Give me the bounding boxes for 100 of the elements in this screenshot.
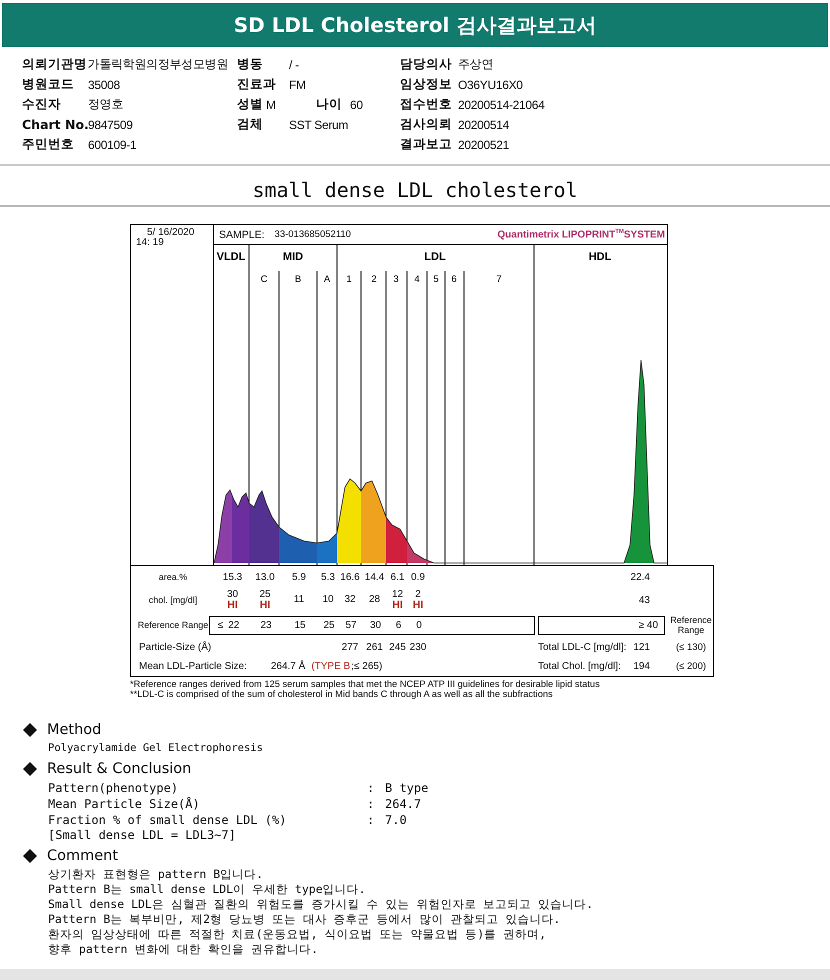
field-label: 담당의사: [400, 56, 453, 73]
colon-separator: :: [367, 780, 376, 796]
footnote: **LDL-C is comprised of the sum of cholesterol in Mid bands C through A as well as all the subfractions: [130, 689, 554, 699]
table-value: 25: [259, 590, 271, 600]
diamond-icon: [23, 723, 37, 737]
table-value: 11: [294, 595, 304, 605]
field-label: 검체: [237, 116, 264, 133]
field-value: 정영호: [88, 96, 124, 113]
high-value-label: HI: [412, 600, 424, 610]
row-label: chol. [mg/dl]: [148, 595, 198, 605]
field-value: / -: [289, 58, 300, 72]
field-label: 주민번호: [22, 136, 75, 153]
table-value: 28: [368, 595, 380, 605]
field-value: 20200514: [458, 118, 509, 132]
colon-separator: :: [367, 812, 376, 828]
field-label: 진료과: [237, 76, 277, 93]
total-value: 121: [633, 642, 650, 653]
subband-label: A: [324, 274, 330, 285]
pattern-type: (TYPE B: [311, 661, 350, 672]
high-value-label: HI: [260, 600, 270, 610]
comment-line: Pattern B는 small dense LDL이 우세한 type입니다.: [48, 882, 366, 897]
footnote: *Reference ranges derived from 125 serum samples that met the NCEP ATP III guidelines for desirable lipid status: [130, 679, 601, 689]
row-label: Mean LDL-Particle Size:: [139, 661, 247, 672]
table-value: 5.9: [291, 572, 307, 582]
field-value: O36YU16X0: [458, 78, 523, 92]
table-value: ≥ 40: [638, 620, 658, 630]
subband-label: 5: [433, 274, 439, 285]
field-value: 20200521: [458, 138, 509, 152]
field-label: 병원코드: [22, 76, 75, 93]
method-text: Polyacrylamide Gel Electrophoresis: [48, 741, 263, 756]
table-value: 277: [340, 642, 360, 653]
result-label: Mean Particle Size(Å): [48, 796, 201, 812]
row-label: Reference Range: [136, 620, 210, 630]
result-value: 7.0: [385, 812, 407, 828]
field-label: 수진자: [22, 96, 62, 113]
field-label: 성별: [237, 96, 264, 113]
field-label: 임상정보: [400, 76, 453, 93]
chart-date: 5/ 16/2020: [147, 228, 194, 238]
table-value: 16.6: [339, 572, 361, 582]
table-value: 14.4: [364, 572, 386, 582]
table-value: 0: [416, 620, 422, 630]
diamond-icon: [23, 849, 37, 863]
subband-label: C: [260, 274, 268, 285]
field-value: 20200514-21064: [458, 98, 545, 112]
result-label: Pattern(phenotype): [48, 780, 180, 796]
field-label: 결과보고: [400, 136, 453, 153]
comment-line: 향후 pattern 변화에 대한 확인을 권유합니다.: [48, 942, 318, 957]
comment-line: Small dense LDL은 심혈관 질환의 위험도를 증가시킬 수 있는 위험인자로 보고되고 있습니다.: [48, 897, 594, 912]
subband-label: 4: [414, 274, 420, 285]
comment-line: Pattern B는 복부비만, 제2형 당뇨병 또는 대사 증후군 등에서 많이 관찰되고 있습니다.: [48, 912, 560, 927]
field-value: 600109-1: [88, 138, 136, 152]
field-label: 병동: [237, 56, 264, 73]
band-label: HDL: [588, 251, 612, 263]
row-label: area.%: [158, 572, 188, 582]
type-range: ;≤ 265): [351, 661, 382, 672]
field-value: 9847509: [88, 118, 133, 132]
table-value: 5.3: [320, 572, 336, 582]
field-label: 의뢰기관명: [22, 56, 88, 73]
total-label: Total Chol. [mg/dl]:: [538, 661, 621, 672]
section-heading: Comment: [47, 848, 118, 864]
band-label: MID: [282, 251, 304, 263]
high-value-label: HI: [392, 600, 403, 610]
band-label: LDL: [424, 251, 446, 263]
table-value: 25: [323, 620, 335, 630]
field-value: 주상연: [458, 56, 494, 73]
field-value: M: [266, 98, 277, 112]
subband-label: 2: [371, 274, 377, 285]
section-title: small dense LDL cholesterol: [252, 178, 578, 202]
field-value: 가톨릭학원의정부성모병원: [88, 56, 228, 73]
total-value: 194: [633, 661, 650, 672]
table-value: 6.1: [390, 572, 406, 582]
total-range: (≤ 130): [674, 642, 708, 653]
mean-size-value: 264.7 Å: [270, 661, 306, 672]
total-label: Total LDL-C [mg/dl]:: [538, 642, 626, 653]
row-label: Particle-Size (Å): [138, 642, 212, 652]
result-label: Fraction % of small dense LDL (%): [48, 812, 288, 828]
result-value: 264.7: [385, 796, 422, 812]
field-label: 나이: [316, 96, 342, 113]
subband-label: 6: [451, 274, 457, 285]
table-value: 2: [415, 590, 421, 600]
result-value: B type: [385, 780, 428, 796]
less-equal-sign: ≤: [218, 620, 224, 630]
report-title: SD LDL Cholesterol 검사결과보고서: [234, 12, 596, 38]
subband-label: 7: [496, 274, 502, 285]
colon-separator: :: [367, 796, 376, 812]
result-note: [Small dense LDL = LDL3~7]: [48, 828, 236, 843]
field-value: SST Serum: [289, 118, 348, 132]
field-label: 검사의뢰: [400, 116, 453, 133]
table-value: 12: [392, 590, 404, 600]
table-value: 30: [370, 620, 382, 630]
table-value: 22: [228, 620, 240, 630]
system-brand: Quantimetrix LIPOPRINT$^{TM}$SYSTEM: [497, 228, 665, 240]
table-value: 43: [638, 594, 651, 606]
field-value: 60: [350, 98, 364, 112]
field-value: 35008: [88, 78, 120, 92]
total-range: (≤ 200): [674, 661, 708, 672]
table-value: 6: [396, 620, 402, 630]
chart-time: 14: 19: [136, 238, 164, 248]
subband-label: 3: [393, 274, 399, 285]
field-value: FM: [289, 78, 307, 92]
